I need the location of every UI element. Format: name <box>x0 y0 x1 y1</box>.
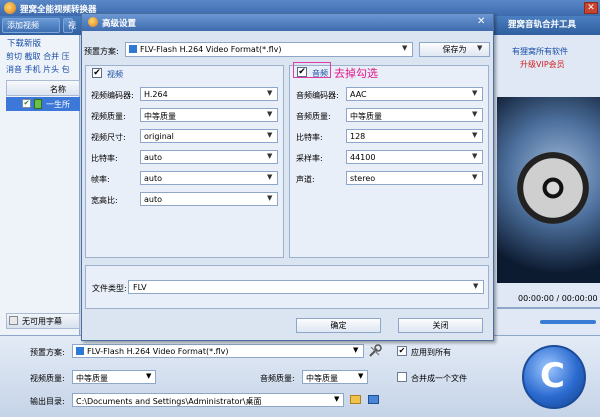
dialog-titlebar <box>82 14 493 31</box>
audio-field-value: 128 <box>350 132 366 141</box>
apply-all-checkbox[interactable]: ✔ <box>397 346 407 356</box>
feature-links-row-1[interactable]: 剪切 截取 合并 压 <box>6 51 70 62</box>
open-output-icon[interactable] <box>368 395 379 404</box>
audio-enable-checkbox[interactable]: ✔ <box>297 67 307 77</box>
chevron-down-icon[interactable]: ▼ <box>334 395 339 403</box>
chevron-down-icon[interactable]: ▼ <box>472 173 477 181</box>
chevron-down-icon[interactable]: ▼ <box>472 131 477 139</box>
list-item-name: 一生所 <box>46 100 70 109</box>
audio-quality-value: 中等质量 <box>306 374 338 383</box>
playback-time: 00:00:00 / 00:00:00 <box>518 294 598 303</box>
dialog-preset-label: 预置方案: <box>84 47 119 56</box>
video-field-label: 视频编码器: <box>91 91 134 100</box>
no-subtitle-label[interactable]: 无可用字幕 <box>22 316 62 327</box>
format-icon <box>129 45 137 53</box>
download-new-version-link[interactable]: 下载新版 <box>7 37 41 49</box>
audio-field-value: AAC <box>350 90 367 99</box>
format-icon <box>76 347 84 355</box>
output-dir-label: 输出目录: <box>30 397 65 406</box>
audio-field-label: 采样率: <box>296 154 323 163</box>
video-file-icon <box>34 99 42 109</box>
chevron-down-icon[interactable]: ▼ <box>472 152 477 160</box>
chevron-down-icon[interactable]: ▼ <box>472 89 477 97</box>
seek-bar[interactable] <box>497 307 600 309</box>
audio-field-label: 比特率: <box>296 133 323 142</box>
video-field-label: 帧率: <box>91 175 110 184</box>
video-field-label: 宽高比: <box>91 196 118 205</box>
preset-label: 预置方案: <box>30 348 65 357</box>
list-header <box>6 80 80 96</box>
video-field-value: 中等质量 <box>144 112 176 121</box>
chevron-down-icon[interactable]: ▼ <box>473 282 478 290</box>
app-close-icon[interactable]: ✕ <box>584 2 598 14</box>
film-reel-icon <box>517 152 589 224</box>
promo-link[interactable]: 有狸窝所有软件 <box>512 46 568 57</box>
audio-field-value: 44100 <box>350 153 376 162</box>
chevron-down-icon[interactable]: ▼ <box>353 346 358 354</box>
video-field-value: original <box>144 132 174 141</box>
chevron-down-icon[interactable]: ▼ <box>477 44 482 52</box>
subtitle-icon <box>9 316 18 325</box>
dialog-close-icon[interactable]: ✕ <box>477 17 485 27</box>
video-field-label: 视频尺寸: <box>91 133 126 142</box>
video-quality-label: 视频质量: <box>30 374 65 383</box>
app-logo-icon <box>4 2 16 14</box>
ok-button[interactable]: 确定 <box>296 318 381 333</box>
video-field-value: auto <box>144 195 163 204</box>
list-header-name[interactable]: 名称 <box>50 84 66 95</box>
audio-quality-label: 音频质量: <box>260 374 295 383</box>
audio-enable-label: 音频 <box>312 69 328 78</box>
volume-slider[interactable] <box>540 320 596 324</box>
video-enable-label: 视频 <box>107 70 123 79</box>
chevron-down-icon[interactable]: ▼ <box>267 131 272 139</box>
chevron-down-icon[interactable]: ▼ <box>267 194 272 202</box>
settings-tool-icon[interactable] <box>368 344 382 358</box>
audio-merge-tool-link[interactable]: 狸窝音轨合并工具 <box>508 18 576 32</box>
toolbar-tab[interactable]: 视 <box>63 18 76 33</box>
video-field-value: H.264 <box>144 90 168 99</box>
video-quality-value: 中等质量 <box>76 374 108 383</box>
file-type-value: FLV <box>133 283 147 292</box>
video-field-label: 比特率: <box>91 154 118 163</box>
video-field-value: auto <box>144 153 163 162</box>
vip-upgrade-link[interactable]: 升级VIP会员 <box>520 59 565 70</box>
dialog-preset-value: FLV-Flash H.264 Video Format(*.flv) <box>140 45 282 54</box>
video-field-value: auto <box>144 174 163 183</box>
chevron-down-icon[interactable]: ▼ <box>267 89 272 97</box>
audio-field-value: 中等质量 <box>350 112 382 121</box>
chevron-down-icon[interactable]: ▼ <box>358 372 363 380</box>
merge-one-file-checkbox[interactable] <box>397 372 407 382</box>
convert-icon[interactable]: C <box>540 356 565 396</box>
folder-icon[interactable] <box>350 395 361 404</box>
dialog-title: 高级设置 <box>102 19 137 29</box>
apply-all-label: 应用到所有 <box>411 348 451 357</box>
merge-one-file-label: 合并成一个文件 <box>411 374 467 383</box>
audio-field-label: 声道: <box>296 175 315 184</box>
chevron-down-icon[interactable]: ▼ <box>267 110 272 118</box>
audio-field-value: stereo <box>350 174 376 183</box>
feature-links-row-2[interactable]: 消音 手机 片头 包 <box>6 64 70 75</box>
output-dir-value: C:\Documents and Settings\Administrator\… <box>76 397 262 406</box>
video-enable-checkbox[interactable]: ✔ <box>92 68 102 78</box>
chevron-down-icon[interactable]: ▼ <box>402 44 407 52</box>
chevron-down-icon[interactable]: ▼ <box>267 152 272 160</box>
video-field-label: 视频质量: <box>91 112 126 121</box>
audio-field-label: 音频质量: <box>296 112 331 121</box>
add-video-button[interactable]: 添加视频 <box>2 18 60 33</box>
list-item-checkbox[interactable]: ✔ <box>22 99 31 108</box>
file-type-label: 文件类型: <box>92 284 127 293</box>
dialog-logo-icon <box>88 17 98 27</box>
close-button[interactable]: 关闭 <box>398 318 483 333</box>
audio-field-label: 音频编码器: <box>296 91 339 100</box>
annotation-text: 去掉勾选 <box>334 67 378 80</box>
chevron-down-icon[interactable]: ▼ <box>146 372 151 380</box>
chevron-down-icon[interactable]: ▼ <box>472 110 477 118</box>
preset-select-value: FLV-Flash H.264 Video Format(*.flv) <box>87 347 229 356</box>
audio-field-select[interactable] <box>346 129 483 143</box>
file-type-select[interactable] <box>128 280 484 294</box>
chevron-down-icon[interactable]: ▼ <box>267 173 272 181</box>
